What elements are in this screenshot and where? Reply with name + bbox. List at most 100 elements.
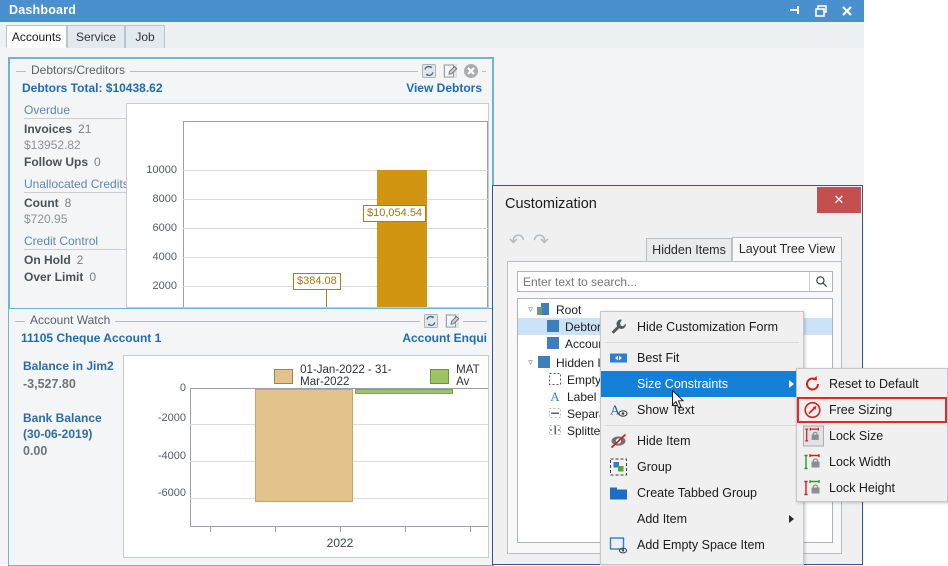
search-icon[interactable] bbox=[809, 272, 832, 291]
view-debtors-link[interactable]: View Debtors bbox=[406, 81, 482, 95]
x2-label-2022: 2022 bbox=[290, 536, 390, 550]
plot2-left-axis bbox=[190, 388, 191, 527]
label-icon: A bbox=[548, 390, 562, 403]
tab-job-label: Job bbox=[135, 30, 154, 44]
refresh-icon[interactable] bbox=[421, 63, 437, 79]
menu-label-hide-item: Hide Item bbox=[637, 434, 691, 448]
menu-item-best-fit[interactable]: Best Fit bbox=[601, 345, 803, 371]
menu-label-add-item: Add Item bbox=[637, 512, 687, 526]
menu-item-size-constraints[interactable]: Size Constraints bbox=[601, 371, 803, 397]
submenu-label-lock-height: Lock Height bbox=[829, 481, 895, 495]
tree-node-label[interactable]: A Label bbox=[518, 388, 596, 405]
stat-row-invoices: Invoices21 bbox=[24, 122, 134, 136]
submenu-item-reset-to-default[interactable]: Reset to Default bbox=[797, 371, 947, 397]
y-tick-4000: 4000 bbox=[129, 251, 177, 263]
legend-label-mat: MAT Av bbox=[456, 364, 488, 388]
size-constraints-submenu[interactable]: Reset to Default Free Sizing Lock Size L… bbox=[796, 368, 948, 502]
hide-item-icon bbox=[609, 432, 628, 451]
context-menu[interactable]: Hide Customization Form Best Fit Size Co… bbox=[600, 311, 804, 565]
gridline-6000 bbox=[183, 228, 488, 229]
account-watch-stats: Balance in Jim2 -3,527.80 Bank Balance (… bbox=[23, 359, 123, 458]
debtors-creditors-panel[interactable]: Debtors/Creditors Debtors Total: $104 bbox=[8, 57, 494, 314]
stat-label-invoices: Invoices bbox=[24, 122, 72, 136]
reset-icon bbox=[803, 375, 822, 394]
undo-button[interactable]: ↶ bbox=[509, 230, 525, 252]
menu-label-hide-customization-form: Hide Customization Form bbox=[637, 320, 778, 334]
account-watch-caption: Account Watch bbox=[25, 313, 115, 327]
chevron-expand-icon[interactable]: ▿ bbox=[524, 304, 537, 315]
plot-top-border bbox=[183, 121, 488, 122]
edit-icon[interactable] bbox=[444, 313, 460, 329]
restore-button[interactable] bbox=[814, 4, 828, 18]
tab-hidden-items[interactable]: Hidden Items bbox=[646, 238, 732, 261]
plot-left-axis bbox=[183, 121, 184, 308]
close-button[interactable] bbox=[840, 4, 854, 18]
menu-label-add-empty-space-item: Add Empty Space Item bbox=[637, 538, 765, 552]
menu-item-hide-item[interactable]: Hide Item bbox=[601, 428, 803, 454]
dialog-close-button[interactable]: ✕ bbox=[817, 187, 861, 213]
account-watch-icons bbox=[420, 313, 463, 329]
menu-item-show-text[interactable]: A Show Text bbox=[601, 397, 803, 423]
account-watch-account: 11105 Cheque Account 1 bbox=[21, 331, 161, 345]
submenu-item-lock-width[interactable]: Lock Width bbox=[797, 449, 947, 475]
menu-item-add-empty-space-item[interactable]: Add Empty Space Item bbox=[601, 532, 803, 558]
submenu-item-free-sizing[interactable]: Free Sizing bbox=[797, 397, 947, 423]
y-tick-10000: 10000 bbox=[129, 164, 177, 176]
search-field[interactable] bbox=[518, 274, 809, 290]
window-controls bbox=[788, 0, 860, 22]
tab-layout-tree-view[interactable]: Layout Tree View bbox=[732, 237, 842, 261]
account-watch-panel[interactable]: Account Watch 11105 Cheque Account 1 Acc… bbox=[8, 308, 494, 566]
edit-icon[interactable] bbox=[442, 63, 458, 79]
free-sizing-icon bbox=[803, 401, 822, 420]
tab-accounts-label: Accounts bbox=[12, 30, 61, 44]
chevron-expand-icon[interactable]: ▿ bbox=[524, 357, 537, 368]
square-icon bbox=[546, 337, 560, 350]
refresh-icon[interactable] bbox=[423, 313, 439, 329]
tab-hidden-items-label: Hidden Items bbox=[652, 243, 726, 257]
tree-node-root[interactable]: ▿ Root bbox=[518, 301, 581, 318]
chevron-right-icon bbox=[789, 515, 794, 523]
bar-mat-2022 bbox=[355, 389, 453, 394]
x2-tick-1 bbox=[210, 527, 211, 532]
stat-row-count: Count8 bbox=[24, 196, 134, 210]
tab-service[interactable]: Service bbox=[67, 25, 125, 48]
redo-button[interactable]: ↷ bbox=[533, 230, 549, 252]
menu-item-add-item[interactable]: Add Item bbox=[601, 506, 803, 532]
stat-label-count: Count bbox=[24, 196, 59, 210]
wrench-icon bbox=[609, 318, 628, 337]
tree-node-splitter-label: Splitter bbox=[567, 424, 604, 438]
minimize-button[interactable] bbox=[788, 4, 802, 18]
tab-job[interactable]: Job bbox=[125, 25, 165, 48]
close-icon[interactable] bbox=[463, 63, 479, 79]
submenu-label-lock-size: Lock Size bbox=[829, 429, 883, 443]
account-enquiry-link[interactable]: Account Enqui bbox=[402, 331, 487, 345]
x2-tick-3 bbox=[340, 527, 341, 532]
lock-size-icon bbox=[803, 426, 824, 447]
chart2-legend: 01-Jan-2022 - 31-Mar-2022 MAT Av bbox=[274, 364, 488, 388]
tree-node-splitter[interactable]: Splitter bbox=[518, 422, 604, 439]
svg-text:A: A bbox=[550, 390, 560, 403]
submenu-item-lock-height[interactable]: Lock Height bbox=[797, 475, 947, 501]
svg-text:A: A bbox=[610, 404, 621, 419]
menu-item-group[interactable]: Group bbox=[601, 454, 803, 480]
search-input[interactable] bbox=[517, 271, 833, 292]
data-label-90-days: $10,054.54 bbox=[363, 205, 426, 222]
tab-service-label: Service bbox=[76, 30, 116, 44]
menu-separator-1 bbox=[605, 342, 799, 343]
lock-width-icon bbox=[803, 453, 822, 472]
menu-item-create-tabbed-group[interactable]: Create Tabbed Group bbox=[601, 480, 803, 506]
submenu-item-lock-size[interactable]: Lock Size bbox=[797, 423, 947, 449]
lock-height-icon bbox=[803, 479, 822, 498]
stat-heading-overdue: Overdue bbox=[24, 103, 134, 119]
tab-accounts[interactable]: Accounts bbox=[6, 25, 67, 48]
menu-item-hide-customization-form[interactable]: Hide Customization Form bbox=[601, 314, 803, 340]
y2-tick-6000: -6000 bbox=[128, 487, 186, 499]
stat-unallocated-amount: $720.95 bbox=[24, 212, 134, 226]
stat-row-onhold: On Hold2 bbox=[24, 253, 134, 267]
gridline-8000 bbox=[183, 199, 488, 200]
plot-right-border bbox=[487, 121, 488, 308]
menu-label-show-text: Show Text bbox=[637, 403, 694, 417]
stat-label-overlimit: Over Limit bbox=[24, 270, 83, 284]
stat-label-onhold: On Hold bbox=[24, 253, 71, 267]
account-watch-chart: 01-Jan-2022 - 31-Mar-2022 MAT Av 0 -2000… bbox=[123, 355, 489, 558]
